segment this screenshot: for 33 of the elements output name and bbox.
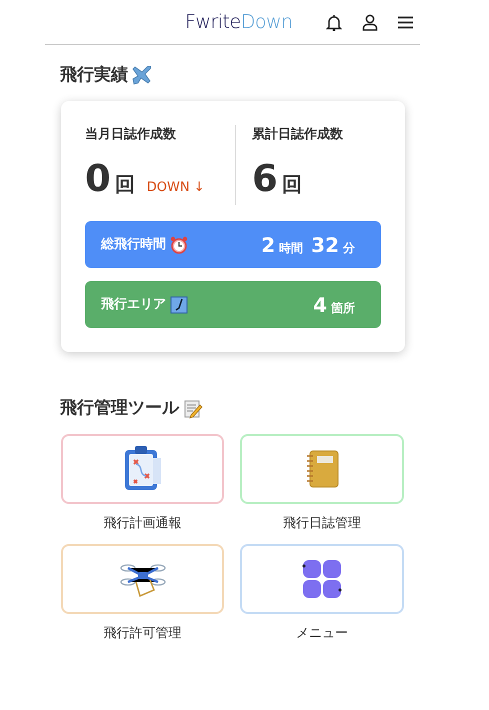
tool-tile[interactable] bbox=[240, 434, 404, 504]
tool-tile[interactable] bbox=[240, 544, 404, 614]
tool-label: 飛行日誌管理 bbox=[283, 514, 361, 532]
stat-label: 当月日誌作成数 bbox=[85, 126, 177, 144]
tool-tile[interactable] bbox=[61, 544, 224, 614]
memo-icon bbox=[183, 398, 203, 419]
menu-icon[interactable] bbox=[398, 16, 413, 28]
stat-unit: 回 bbox=[114, 171, 135, 198]
bar-value: 4 bbox=[313, 292, 327, 318]
section-title: 飛行実績 bbox=[60, 64, 128, 87]
logo[interactable]: FwriteDown bbox=[185, 8, 293, 36]
grid-icon bbox=[302, 559, 342, 599]
tool-label: 飛行計画通報 bbox=[104, 514, 182, 532]
bar-unit: 箇所 bbox=[331, 300, 355, 316]
stat-value: 0 bbox=[85, 160, 111, 197]
bar-unit: 時間 bbox=[279, 240, 304, 256]
bar-value: 32 bbox=[311, 232, 339, 258]
notebook-icon bbox=[304, 448, 340, 488]
bar-label: 飛行エリア bbox=[101, 296, 166, 314]
stat-label: 累計日誌作成数 bbox=[252, 126, 344, 144]
bar-value: 2 bbox=[261, 232, 276, 258]
bar-unit: 分 bbox=[343, 240, 355, 256]
stat-unit: 回 bbox=[282, 171, 302, 198]
trend-label: DOWN ↓ bbox=[146, 179, 205, 197]
stat-value: 6 bbox=[252, 160, 278, 197]
user-icon[interactable] bbox=[362, 14, 378, 30]
bell-icon[interactable] bbox=[326, 14, 342, 30]
tool-label: 飛行許可管理 bbox=[104, 625, 182, 643]
section-title: 飛行管理ツール bbox=[60, 397, 179, 420]
tool-tile[interactable] bbox=[61, 434, 224, 504]
bar-label: 総飛行時間 bbox=[101, 236, 166, 254]
tool-label: メニュー bbox=[296, 625, 348, 643]
alarm-clock-icon bbox=[170, 236, 188, 254]
